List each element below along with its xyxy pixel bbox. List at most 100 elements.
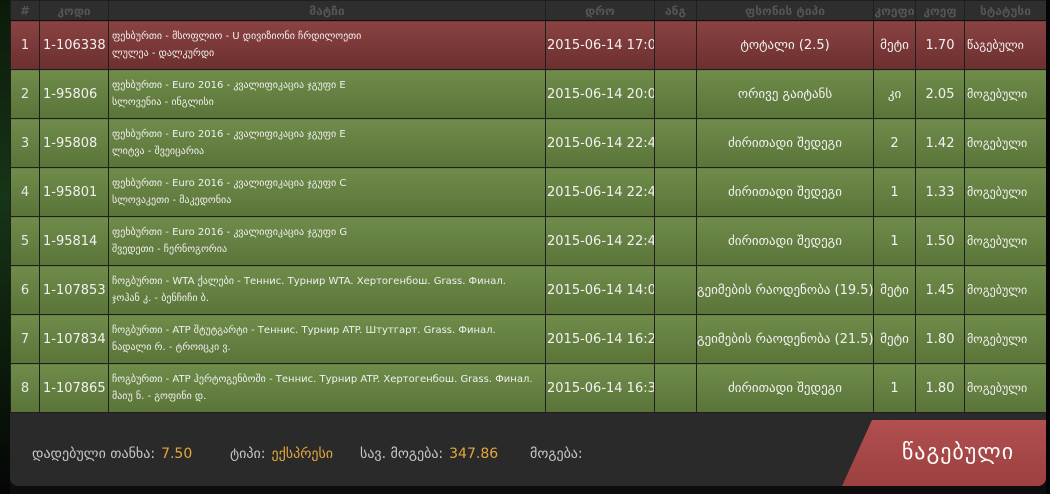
row-number: 7 (10, 314, 40, 364)
match-name: ფეხბურთი - Euro 2016 - კვალიფიკაცია ჯგუფ… (108, 216, 546, 266)
match-name: ფეხბურთი - Euro 2016 - კვალიფიკაცია ჯგუფ… (108, 118, 546, 168)
bet-outcome: მეტი (873, 314, 916, 364)
background-right-edge (1046, 0, 1050, 494)
bet-status: წაგებული (964, 20, 1046, 70)
win-summary: მოგება: (530, 446, 589, 462)
match-date: 2015-06-14 20:00 (545, 69, 655, 119)
bet-odds: 1.33 (915, 167, 965, 217)
bet-type: ძირითადი შედეგი (696, 363, 874, 413)
column-header-odds: კოეფ (915, 0, 965, 21)
match-league: ჩოგბურთი - ATP ჰერტოგენბოში - Теннис. Ту… (112, 374, 533, 385)
bet-slip-footer: დადებული თანხა: 7.50 ტიპი: ექსპრესი სავ. მ… (10, 414, 1046, 486)
column-header-score: ანგ (654, 0, 697, 21)
bet-status: მოგებული (964, 265, 1046, 315)
bet-odds: 1.80 (915, 363, 965, 413)
match-date: 2015-06-14 22:45 (545, 118, 655, 168)
bet-status: მოგებული (964, 167, 1046, 217)
match-league: ფეხბურთი - Euro 2016 - კვალიფიკაცია ჯგუფ… (112, 227, 348, 238)
column-header-bet-type: ფსონის ტიპი (696, 0, 874, 21)
stake-label: დადებული თანხა: (32, 446, 156, 462)
bet-outcome: მეტი (873, 265, 916, 315)
table-row[interactable]: 6 1-107853 ჩოგბურთი - WTA ქალები - Теннис.… (10, 265, 1046, 315)
match-date: 2015-06-14 16:38 (545, 363, 655, 413)
column-header-date: დრო (545, 0, 655, 21)
bet-status: მოგებული (964, 69, 1046, 119)
column-header-code: კოდი (39, 0, 109, 21)
row-number: 4 (10, 167, 40, 217)
bet-outcome: მეტი (873, 20, 916, 70)
bet-odds: 1.45 (915, 265, 965, 315)
bet-status-button[interactable]: წაგებული (842, 420, 1046, 486)
bet-code: 1-95814 (39, 216, 109, 266)
match-score (654, 265, 697, 315)
row-number: 1 (10, 20, 40, 70)
match-teams: სლოვაკეთი - მაკედონია (112, 195, 232, 206)
table-row[interactable]: 8 1-107865 ჩოგბურთი - ATP ჰერტოგენბოში - Т… (10, 363, 1046, 413)
stake-summary: დადებული თანხა: 7.50 (32, 446, 192, 462)
bet-status: მოგებული (964, 314, 1046, 364)
match-teams: ჯოჰან კ. - ბენჩიჩი ბ. (112, 293, 210, 304)
match-score (654, 69, 697, 119)
match-score (654, 363, 697, 413)
possible-win-summary: სავ. მოგება: 347.86 (360, 446, 498, 462)
table-row[interactable]: 7 1-107834 ჩოგბურთი - ATP შტუტგარტი - Тенн… (10, 314, 1046, 364)
table-row[interactable]: 3 1-95808 ფეხბურთი - Euro 2016 - კვალიფიკა… (10, 118, 1046, 168)
bet-outcome: 2 (873, 118, 916, 168)
bet-code: 1-107853 (39, 265, 109, 315)
column-header-status: სტატუსი (964, 0, 1046, 21)
bet-odds: 1.50 (915, 216, 965, 266)
bet-type: ორივე გაიტანს (696, 69, 874, 119)
match-league: ფეხბურთი - მსოფლიო - U დივიზიონი ჩრდილოე… (112, 31, 362, 42)
table-header-row: # კოდი მატჩი დრო ანგ ფსონის ტიპი კოეფი კ… (10, 0, 1046, 21)
bet-status: მოგებული (964, 216, 1046, 266)
bet-status-button-label: წაგებული (901, 440, 1015, 465)
match-name: ჩოგბურთი - ATP ჰერტოგენბოში - Теннис. Ту… (108, 363, 546, 413)
match-name: ჩოგბურთი - ATP შტუტგარტი - Теннис. Турни… (108, 314, 546, 364)
match-teams: სლოვენია - ინგლისი (112, 97, 214, 108)
bet-status: მოგებული (964, 363, 1046, 413)
match-date: 2015-06-14 16:25 (545, 314, 655, 364)
bet-code: 1-106338 (39, 20, 109, 70)
match-date: 2015-06-14 22:45 (545, 167, 655, 217)
table-row[interactable]: 5 1-95814 ფეხბურთი - Euro 2016 - კვალიფიკა… (10, 216, 1046, 266)
background-left-edge (0, 0, 10, 494)
row-number: 6 (10, 265, 40, 315)
match-name: ფეხბურთი - მსოფლიო - U დივიზიონი ჩრდილოე… (108, 20, 546, 70)
match-league: ჩოგბურთი - ATP შტუტგარტი - Теннис. Турни… (112, 325, 496, 336)
match-teams: ლიტვა - შვეიცარია (112, 146, 205, 157)
bet-type: გეიმების რაოდენობა (19.5) (696, 265, 874, 315)
table-row[interactable]: 4 1-95801 ფეხბურთი - Euro 2016 - კვალიფიკა… (10, 167, 1046, 217)
match-league: ფეხბურთი - Euro 2016 - კვალიფიკაცია ჯგუფ… (112, 80, 346, 91)
match-score (654, 118, 697, 168)
match-score (654, 20, 697, 70)
bet-type: ძირითადი შედეგი (696, 118, 874, 168)
match-name: ჩოგბურთი - WTA ქალები - Теннис. Турнир W… (108, 265, 546, 315)
bet-outcome: კი (873, 69, 916, 119)
row-number: 3 (10, 118, 40, 168)
bet-type: გეიმების რაოდენობა (21.5) (696, 314, 874, 364)
win-label: მოგება: (530, 446, 583, 462)
bet-code: 1-107834 (39, 314, 109, 364)
bet-odds: 1.42 (915, 118, 965, 168)
match-teams: შვედეთი - ჩერნოგორია (112, 244, 228, 255)
bet-type-value: ექსპრესი (271, 446, 334, 462)
bet-code: 1-107865 (39, 363, 109, 413)
bet-slip-panel: # კოდი მატჩი დრო ანგ ფსონის ტიპი კოეფი კ… (10, 0, 1046, 486)
bet-type-summary: ტიპი: ექსპრესი (230, 446, 333, 462)
match-score (654, 314, 697, 364)
bet-table: # კოდი მატჩი დრო ანგ ფსონის ტიპი კოეფი კ… (10, 0, 1046, 413)
match-league: ფეხბურთი - Euro 2016 - კვალიფიკაცია ჯგუფ… (112, 129, 346, 140)
match-date: 2015-06-14 22:45 (545, 216, 655, 266)
bet-odds: 2.05 (915, 69, 965, 119)
bet-code: 1-95801 (39, 167, 109, 217)
table-row[interactable]: 1 1-106338 ფეხბურთი - მსოფლიო - U დივიზიონ… (10, 20, 1046, 70)
table-row[interactable]: 2 1-95806 ფეხბურთი - Euro 2016 - კვალიფიკა… (10, 69, 1046, 119)
match-score (654, 216, 697, 266)
match-teams: ნადალი რ. - ტროიცკი ვ. (112, 342, 231, 353)
match-date: 2015-06-14 14:05 (545, 265, 655, 315)
possible-win-label: სავ. მოგება: (360, 446, 444, 462)
match-date: 2015-06-14 17:00 (545, 20, 655, 70)
match-score (654, 167, 697, 217)
match-teams: მაიუ ნ. - გოფინი დ. (112, 391, 207, 402)
match-league: ჩოგბურთი - WTA ქალები - Теннис. Турнир W… (112, 276, 506, 287)
